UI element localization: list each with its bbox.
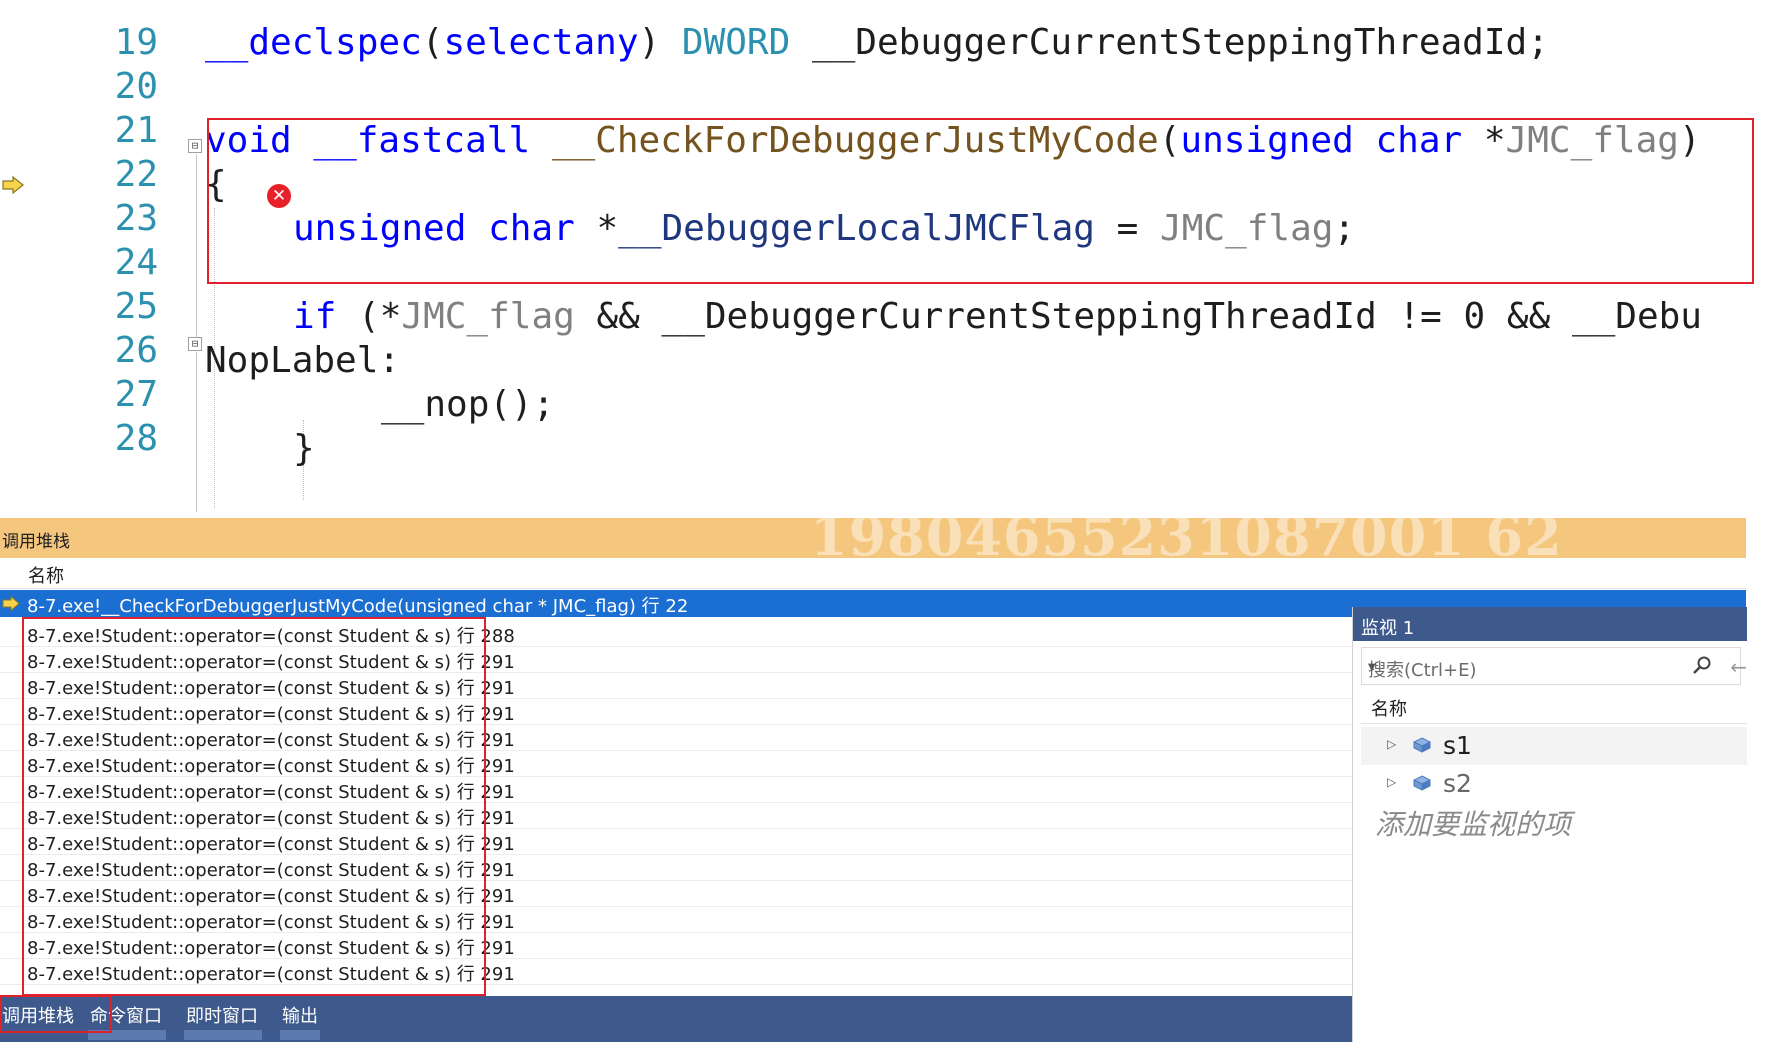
code-line-26: NopLabel: [205, 340, 401, 381]
code-token: selectany [443, 22, 639, 63]
code-token: 0 [1463, 296, 1486, 337]
tab-output[interactable]: 输出 [282, 1002, 318, 1028]
code-line-27: __nop(); [381, 384, 555, 425]
current-frame-arrow-icon [2, 596, 20, 611]
code-token: ) [638, 22, 661, 63]
expand-arrow-icon[interactable]: ▷ [1387, 737, 1396, 751]
variable-icon [1413, 775, 1431, 791]
line-number: 21 [114, 110, 158, 151]
collapse-toggle-icon[interactable]: ⊟ [188, 139, 202, 153]
column-name-label: 名称 [28, 566, 64, 587]
code-token: __declspec [205, 22, 422, 63]
variable-icon [1413, 737, 1431, 753]
watch-panel[interactable]: 监视 1 搜索(Ctrl+E) ▼ ← 名称 ▷ s1 ▷ s2 添加要监视的项 [1352, 607, 1747, 1042]
annotation-highlight-box [22, 617, 486, 996]
code-token: && [1506, 296, 1551, 337]
line-number: 19 [114, 22, 158, 63]
callstack-title: 调用堆栈 [2, 532, 70, 552]
watch-item-name: s2 [1443, 769, 1472, 798]
line-number: 20 [114, 66, 158, 107]
tab-immediate-window[interactable]: 即时窗口 [186, 1002, 258, 1028]
code-token: (* [358, 296, 402, 337]
line-number: 27 [114, 374, 158, 415]
code-token: != [1398, 296, 1442, 337]
outline-guide [196, 154, 197, 337]
watch-search-input[interactable]: 搜索(Ctrl+E) ▼ [1361, 647, 1741, 685]
add-watch-item-field[interactable]: 添加要监视的项 [1375, 803, 1571, 843]
line-number: 26 [114, 330, 158, 371]
code-line-28: } [293, 428, 315, 469]
code-token: ( [421, 22, 444, 63]
code-line-25: if (*JMC_flag && __DebuggerCurrentSteppi… [293, 296, 1702, 337]
code-token: __DebuggerCurrentSteppingThreadId; [811, 22, 1549, 63]
code-token: DWORD [681, 22, 791, 63]
expand-arrow-icon[interactable]: ▷ [1387, 775, 1396, 789]
frame-label: 8-7.exe!__CheckForDebuggerJustMyCode(uns… [27, 596, 689, 617]
line-number: 25 [114, 286, 158, 327]
code-line-19: __declspec(selectany) DWORD __DebuggerCu… [205, 22, 1549, 63]
tab-indicator [184, 1030, 262, 1040]
code-token: && [596, 296, 640, 337]
collapse-toggle-icon[interactable]: ⊟ [188, 337, 202, 351]
watch-column-header[interactable]: 名称 [1361, 687, 1747, 724]
code-token: if [293, 296, 337, 337]
watch-item-name: s1 [1443, 731, 1472, 760]
callstack-column-header[interactable]: 名称 [0, 558, 1746, 589]
outline-guide [196, 352, 197, 512]
watch-title: 监视 1 [1361, 618, 1415, 639]
back-arrow-icon[interactable]: ← [1730, 655, 1747, 679]
line-number: 24 [114, 242, 158, 283]
line-number: 23 [114, 198, 158, 239]
column-name-label: 名称 [1371, 699, 1407, 720]
line-number: 28 [114, 418, 158, 459]
code-editor[interactable]: 19 20 21 22 23 24 25 26 27 28 ⊟ ⊟ __decl… [0, 0, 1768, 515]
annotation-highlight-box [207, 118, 1754, 284]
watch-item[interactable]: ▷ s1 [1361, 727, 1747, 765]
code-token: __Debu [1571, 296, 1702, 337]
annotation-highlight-box [0, 995, 112, 1033]
chevron-down-icon[interactable]: ▼ [1368, 662, 1728, 673]
watch-item[interactable]: ▷ s2 [1361, 765, 1747, 803]
tool-window-tabs: 调用堆栈 命令窗口 即时窗口 输出 [0, 996, 1352, 1042]
code-token: JMC_flag [401, 296, 575, 337]
watch-title-bar[interactable]: 监视 1 [1353, 607, 1747, 641]
code-token: __DebuggerCurrentSteppingThreadId [661, 296, 1377, 337]
line-number: 22 [114, 154, 158, 195]
tab-indicator [280, 1030, 320, 1040]
